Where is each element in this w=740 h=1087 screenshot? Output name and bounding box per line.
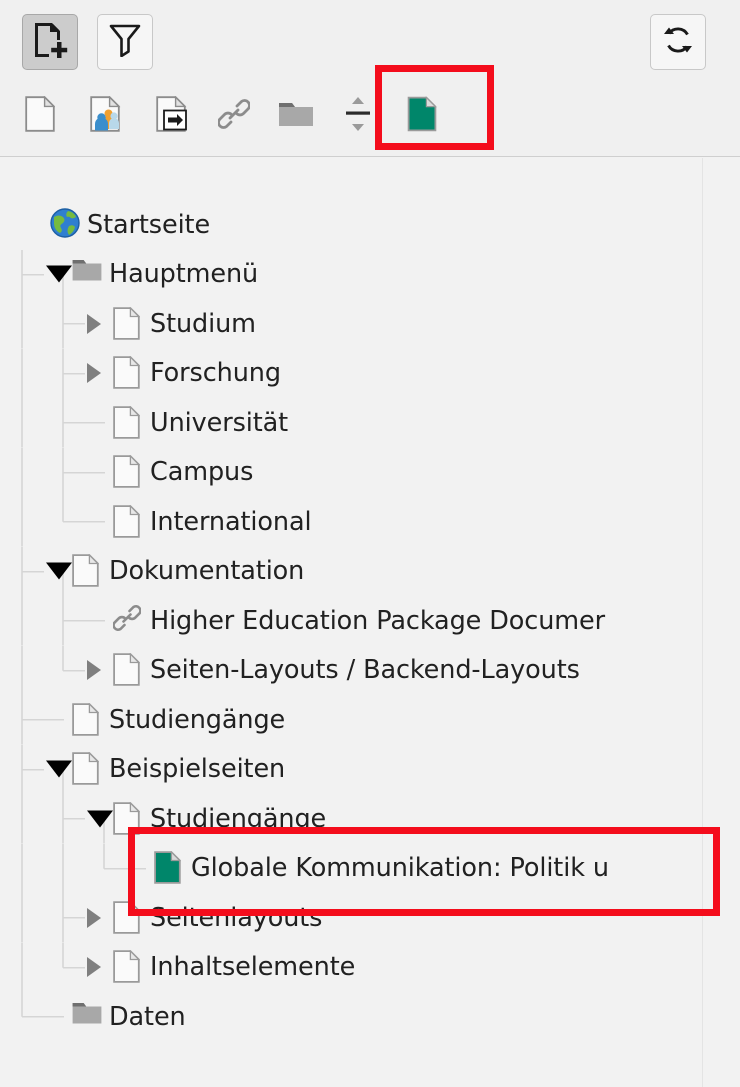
green-page-icon xyxy=(407,96,437,136)
page-icon-drag-item[interactable] xyxy=(18,92,62,140)
page-shortcut-icon xyxy=(156,96,188,136)
page-icon xyxy=(25,96,55,136)
page-icon xyxy=(72,752,102,786)
tree-node-label[interactable]: Universität xyxy=(150,408,288,438)
page-icon xyxy=(113,505,143,539)
folder-icon-drag-item[interactable] xyxy=(274,92,318,140)
chevron-right-icon[interactable] xyxy=(87,314,101,334)
tree-node[interactable]: Studiengänge xyxy=(0,794,702,844)
tree-node[interactable]: Seiten-Layouts / Backend-Layouts xyxy=(0,646,702,696)
toolbar-primary-row xyxy=(0,0,740,80)
folder-icon xyxy=(72,257,102,291)
tree-node-label[interactable]: International xyxy=(150,507,311,537)
page-icon xyxy=(113,455,143,489)
tree-node-label[interactable]: Seiten-Layouts / Backend-Layouts xyxy=(150,655,580,685)
page-icon xyxy=(113,356,143,390)
page-icon xyxy=(113,653,143,687)
chevron-down-icon[interactable] xyxy=(46,761,72,778)
chevron-right-icon[interactable] xyxy=(87,363,101,383)
tree-connector-lines xyxy=(0,992,702,1042)
tree-node-label[interactable]: Studiengänge xyxy=(150,804,326,834)
page-tree-toolbar xyxy=(0,0,740,157)
chevron-right-icon[interactable] xyxy=(87,957,101,977)
link-icon xyxy=(113,604,143,638)
tree-connector-lines xyxy=(0,893,702,943)
tree-node-label[interactable]: Studium xyxy=(150,309,256,339)
page-icon xyxy=(113,802,143,836)
refresh-button[interactable] xyxy=(650,14,706,70)
tree-node-label[interactable]: Forschung xyxy=(150,358,281,388)
tree-connector-lines xyxy=(0,448,702,498)
page-users-icon xyxy=(90,96,122,136)
folder-icon xyxy=(278,99,314,133)
page-tree-node-list: Startseite Hauptmenü Studium Forschung Unive… xyxy=(0,200,702,1042)
tree-node[interactable]: International xyxy=(0,497,702,547)
chevron-down-icon[interactable] xyxy=(46,266,72,283)
tree-node-label[interactable]: Higher Education Package Documer xyxy=(150,606,605,636)
tree-node[interactable]: Campus xyxy=(0,448,702,498)
tree-node-label[interactable]: Studiengänge xyxy=(109,705,285,735)
tree-connector-lines xyxy=(0,497,702,547)
tree-connector-lines xyxy=(0,695,702,745)
tree-node[interactable]: Daten xyxy=(0,992,702,1042)
tree-connector-lines xyxy=(0,349,702,399)
link-icon xyxy=(218,98,250,134)
page-tree-right-edge xyxy=(702,158,703,1087)
filter-icon xyxy=(109,23,141,61)
tree-node-label[interactable]: Daten xyxy=(109,1002,186,1032)
page-icon xyxy=(113,406,143,440)
chevron-down-icon[interactable] xyxy=(46,563,72,580)
new-page-icon xyxy=(32,21,68,63)
tree-node-label[interactable]: Hauptmenü xyxy=(109,259,258,289)
page-icon xyxy=(113,307,143,341)
tree-node-label[interactable]: Campus xyxy=(150,457,253,487)
chevron-down-icon[interactable] xyxy=(87,810,113,827)
toolbar-dragdrop-row xyxy=(0,80,740,157)
page-tree-panel[interactable]: Startseite Hauptmenü Studium Forschung Unive… xyxy=(0,158,740,1087)
page-users-icon-drag-item[interactable] xyxy=(84,92,128,140)
page-shortcut-icon-drag-item[interactable] xyxy=(150,92,194,140)
new-page-button[interactable] xyxy=(22,14,78,70)
tree-connector-lines xyxy=(0,299,702,349)
page-icon xyxy=(72,554,102,588)
tree-node[interactable]: Hauptmenü xyxy=(0,250,702,300)
tree-node-label[interactable]: Startseite xyxy=(87,210,210,240)
green-page-icon-drag-item[interactable] xyxy=(400,92,444,140)
menu-spacer-icon-drag-item[interactable] xyxy=(336,92,380,140)
tree-node[interactable]: Forschung xyxy=(0,349,702,399)
tree-connector-lines xyxy=(0,250,702,300)
tree-node[interactable]: Startseite xyxy=(0,200,702,250)
tree-node-label[interactable]: Dokumentation xyxy=(109,556,304,586)
filter-button[interactable] xyxy=(97,14,153,70)
page-icon xyxy=(113,950,143,984)
tree-node[interactable]: Seitenlayouts xyxy=(0,893,702,943)
tree-node-label[interactable]: Seitenlayouts xyxy=(150,903,322,933)
tree-node[interactable]: Inhaltselemente xyxy=(0,943,702,993)
tree-node[interactable]: Dokumentation xyxy=(0,547,702,597)
menu-spacer-icon xyxy=(345,96,371,136)
tree-node-label[interactable]: Globale Kommunikation: Politik u xyxy=(191,853,609,883)
refresh-icon xyxy=(661,23,695,61)
chevron-right-icon[interactable] xyxy=(87,908,101,928)
tree-node[interactable]: Higher Education Package Documer xyxy=(0,596,702,646)
tree-node[interactable]: Beispielseiten xyxy=(0,745,702,795)
tree-node-label[interactable]: Inhaltselemente xyxy=(150,952,355,982)
tree-connector-lines xyxy=(0,745,702,795)
page-icon xyxy=(113,901,143,935)
folder-icon xyxy=(72,1000,102,1034)
tree-node[interactable]: Studium xyxy=(0,299,702,349)
tree-node-label[interactable]: Beispielseiten xyxy=(109,754,285,784)
tree-node[interactable]: Universität xyxy=(0,398,702,448)
link-icon-drag-item[interactable] xyxy=(212,92,256,140)
tree-connector-lines xyxy=(0,547,702,597)
green-page-icon xyxy=(154,851,184,885)
globe-icon xyxy=(50,208,80,242)
tree-connector-lines xyxy=(0,398,702,448)
tree-node[interactable]: Studiengänge xyxy=(0,695,702,745)
tree-node[interactable]: Globale Kommunikation: Politik u xyxy=(0,844,702,894)
page-icon xyxy=(72,703,102,737)
chevron-right-icon[interactable] xyxy=(87,660,101,680)
